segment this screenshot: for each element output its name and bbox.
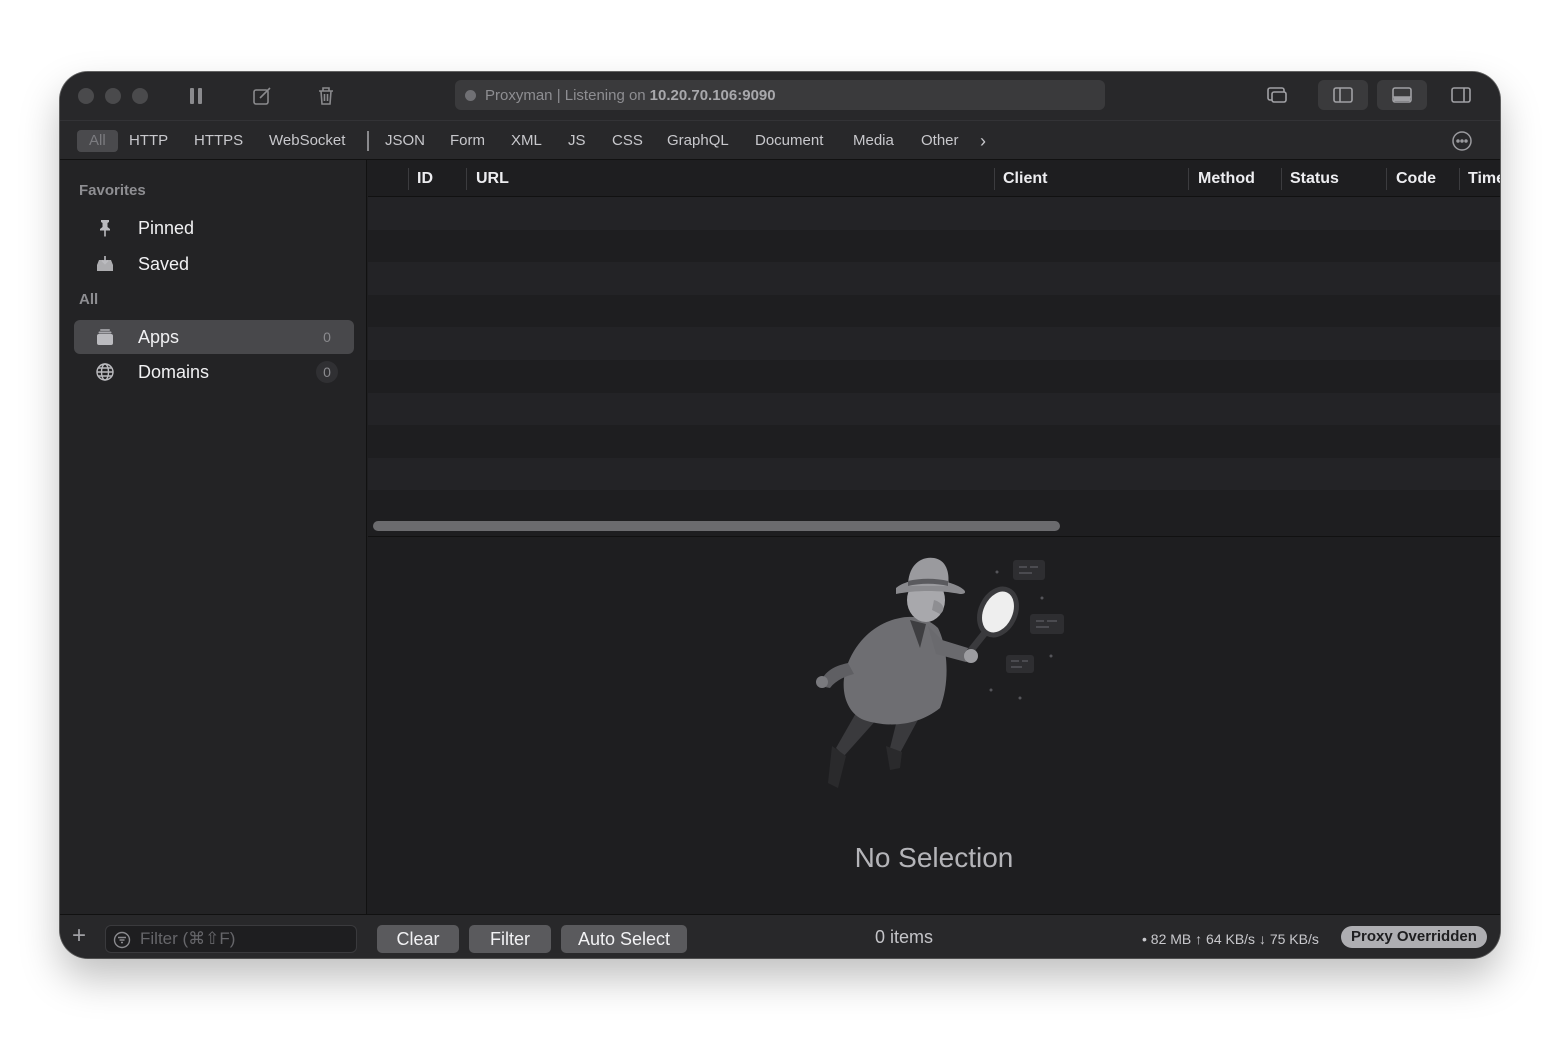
filter-button[interactable]: Filter [469,925,551,953]
content-filter-bar: All HTTP HTTPS WebSocket JSON Form XML J… [60,120,1500,160]
tab-css[interactable]: CSS [612,130,643,152]
pause-icon[interactable] [182,82,210,110]
tab-json[interactable]: JSON [385,130,425,152]
bottom-toolbar: + Clear Filter Auto Select 0 items • 82 … [60,914,1500,958]
column-header-url[interactable]: URL [476,160,509,197]
tab-other[interactable]: Other [921,130,959,152]
tab-http[interactable]: HTTP [129,130,168,152]
proxy-overridden-badge[interactable]: Proxy Overridden [1341,926,1487,948]
column-separator [1386,168,1387,190]
domains-count-badge: 0 [316,361,338,383]
toggle-left-panel-icon[interactable] [1318,80,1368,110]
column-separator [408,168,409,190]
sidebar-item-domains[interactable]: Domains 0 [74,355,354,389]
items-count: 0 items [875,927,934,947]
apps-count-badge: 0 [323,329,331,345]
all-header: All [79,291,99,308]
no-selection-text: No Selection [854,842,1014,873]
column-header-code[interactable]: Code [1396,160,1436,197]
status-dot-icon [465,89,476,101]
request-list[interactable] [368,197,1500,517]
column-separator [1188,168,1189,190]
tab-form[interactable]: Form [450,130,485,152]
sidebar-item-pinned[interactable]: Pinned [74,211,354,245]
sidebar-item-saved[interactable]: Saved [74,247,354,281]
zoom-window-button[interactable] [132,88,148,104]
table-row [368,262,1500,295]
detective-illustration-icon [816,557,1064,788]
more-options-icon[interactable] [1450,129,1474,153]
compose-icon[interactable] [248,82,276,110]
tab-xml[interactable]: XML [511,130,542,152]
tab-document[interactable]: Document [755,130,823,152]
table-row [368,294,1500,328]
title-bar: Proxyman | Listening on 10.20.70.106:909… [60,72,1500,120]
globe-icon [94,361,116,383]
column-header-client[interactable]: Client [1003,160,1047,197]
column-header-status[interactable]: Status [1290,160,1339,197]
sidebar-item-label: Pinned [138,217,195,238]
proxyman-window: Proxyman | Listening on 10.20.70.106:909… [60,72,1500,958]
table-row [368,229,1500,263]
table-row [368,457,1500,491]
tab-separator [367,131,369,151]
tab-graphql[interactable]: GraphQL [667,130,729,152]
saved-tray-icon [94,253,116,275]
address-bar[interactable]: Proxyman | Listening on 10.20.70.106:909… [455,80,1105,110]
column-header-time[interactable]: Time [1468,160,1500,197]
scrollbar-thumb[interactable] [373,521,1060,531]
column-separator [466,168,467,190]
filter-icon [113,931,131,949]
trash-icon[interactable] [312,82,340,110]
close-window-button[interactable] [78,88,94,104]
tab-js[interactable]: JS [568,130,586,152]
column-header-id[interactable]: ID [417,160,433,197]
table-header: ID URL Client Method Status Code Time [368,160,1500,197]
minimize-window-button[interactable] [105,88,121,104]
column-separator [1459,168,1460,190]
table-row [368,197,1500,230]
sidebar-item-label: Saved [138,253,190,274]
table-row [368,425,1500,458]
more-tabs-chevron-icon[interactable]: › [980,130,986,152]
sidebar-item-label: Apps [138,326,180,347]
column-separator [1281,168,1282,190]
add-icon[interactable]: + [72,923,86,949]
favorites-header: Favorites [79,182,146,199]
toggle-bottom-panel-icon[interactable] [1377,80,1427,110]
column-header-method[interactable]: Method [1198,160,1255,197]
apps-stack-icon [94,326,116,348]
column-separator [994,168,995,190]
tab-https[interactable]: HTTPS [194,130,243,152]
pin-icon [94,217,116,239]
sidebar-item-label: Domains [138,361,210,382]
tab-websocket[interactable]: WebSocket [269,130,345,152]
auto-select-button[interactable]: Auto Select [561,925,687,953]
table-row [368,327,1500,360]
tab-media[interactable]: Media [853,130,894,152]
table-row [368,392,1500,426]
table-row [368,359,1500,393]
detail-pane: No Selection [368,538,1500,914]
clear-button[interactable]: Clear [377,925,459,953]
sidebar-item-apps[interactable]: Apps 0 [74,320,354,354]
sidebar-filter-input[interactable] [105,925,357,953]
horizontal-scrollbar[interactable] [368,517,1500,537]
toggle-right-panel-icon[interactable] [1436,80,1486,110]
tab-all[interactable]: All [77,130,118,152]
address-host: 10.20.70.106:9090 [649,86,776,104]
picture-in-picture-icon[interactable] [1252,80,1302,110]
network-stats: • 82 MB ↑ 64 KB/s ↓ 75 KB/s [1142,931,1319,947]
address-prefix: Proxyman | Listening on [485,86,646,104]
sidebar: Favorites Pinned Saved All Apps 0 Domain… [60,160,367,914]
